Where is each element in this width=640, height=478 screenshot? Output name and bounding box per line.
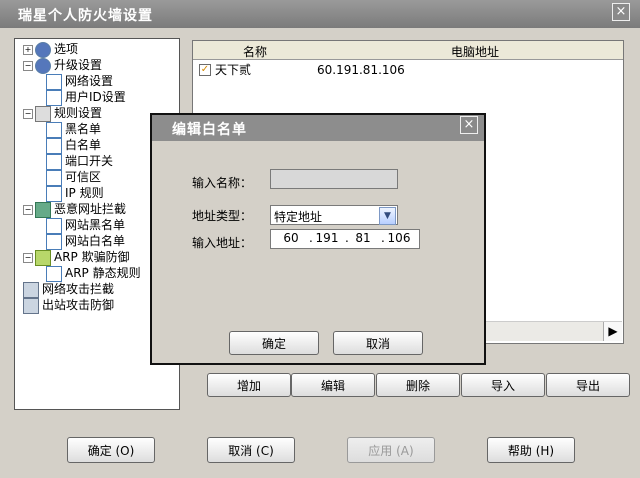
name-input[interactable] <box>270 169 398 189</box>
add-button[interactable]: 增加 <box>207 373 291 397</box>
tree-item[interactable]: 白名单 <box>46 137 102 154</box>
window-close-icon[interactable]: × <box>612 3 630 21</box>
tree-item-label: 网站黑名单 <box>65 218 126 232</box>
tree-item-label: 选项 <box>54 42 79 56</box>
cancel-button[interactable]: 取消 (C) <box>207 437 295 463</box>
tree-item[interactable]: 可信区 <box>46 169 102 186</box>
tree-item[interactable]: 黑名单 <box>46 121 102 138</box>
row-name: 天下贰 <box>215 63 252 77</box>
document-icon <box>46 89 62 106</box>
ip-octet-1[interactable]: 60 <box>277 231 305 245</box>
tree-item-label: 网络设置 <box>65 74 114 88</box>
tree-item-label: ARP 欺骗防御 <box>54 250 130 264</box>
tree-item[interactable]: − 恶意网址拦截 <box>23 201 127 218</box>
computer-icon <box>23 281 39 298</box>
tree-item-label: 升级设置 <box>54 58 103 72</box>
tree-item-label: 白名单 <box>65 138 102 152</box>
collapse-icon[interactable]: − <box>23 108 33 119</box>
help-button[interactable]: 帮助 (H) <box>487 437 575 463</box>
network-icon <box>35 201 51 218</box>
delete-button[interactable]: 删除 <box>376 373 460 397</box>
tree-item[interactable]: 出站攻击防御 <box>23 297 115 314</box>
horizontal-scrollbar[interactable]: ▶ <box>477 321 622 341</box>
tree-item[interactable]: + 选项 <box>23 41 79 58</box>
document-icon <box>46 137 62 154</box>
window-titlebar: 瑞星个人防火墙设置 × <box>0 0 640 28</box>
name-column-header: 名称 <box>243 45 268 59</box>
collapse-icon[interactable]: − <box>23 252 33 263</box>
tree-item-label: 恶意网址拦截 <box>54 202 127 216</box>
tree-item[interactable]: 网站黑名单 <box>46 217 126 234</box>
document-icon <box>46 169 62 186</box>
rule-icon <box>35 105 51 122</box>
table-row[interactable]: ✓ 天下贰 60.191.81.106 <box>193 61 623 79</box>
tree-item-label: 出站攻击防御 <box>42 298 115 312</box>
dialog-cancel-button[interactable]: 取消 <box>333 331 423 355</box>
ip-octet-3[interactable]: 81 <box>349 231 377 245</box>
row-address: 60.191.81.106 <box>317 63 405 77</box>
document-icon <box>46 217 62 234</box>
tree-item[interactable]: − 升级设置 <box>23 57 103 74</box>
tree-item-label: 黑名单 <box>65 122 102 136</box>
tree-item-label: 端口开关 <box>65 154 114 168</box>
edit-whitelist-dialog: 编辑白名单 × 输入名称： 地址类型： 特定地址 ▼ 输入地址： 60 . 19… <box>150 113 486 365</box>
tree-item-label: 网络攻击拦截 <box>42 282 115 296</box>
tree-item-label: 规则设置 <box>54 106 103 120</box>
ip-address-input[interactable]: 60 . 191 . 81 . 106 <box>270 229 420 249</box>
tree-item[interactable]: 网络攻击拦截 <box>23 281 115 298</box>
collapse-icon[interactable]: − <box>23 60 33 71</box>
tree-item[interactable]: − 规则设置 <box>23 105 103 122</box>
type-label: 地址类型： <box>192 209 253 223</box>
gear-icon <box>35 41 51 58</box>
tree-item[interactable]: 网络设置 <box>46 73 114 90</box>
tree-item-label: IP 规则 <box>65 186 104 200</box>
dialog-close-icon[interactable]: × <box>460 116 478 134</box>
dialog-title: 编辑白名单 <box>172 122 247 138</box>
document-icon <box>46 185 62 202</box>
document-icon <box>46 73 62 90</box>
ip-octet-4[interactable]: 106 <box>385 231 413 245</box>
dialog-ok-button[interactable]: 确定 <box>229 331 319 355</box>
address-label: 输入地址： <box>192 236 253 250</box>
chevron-down-icon[interactable]: ▼ <box>379 207 396 225</box>
import-button[interactable]: 导入 <box>461 373 545 397</box>
ok-button[interactable]: 确定 (O) <box>67 437 155 463</box>
edit-button[interactable]: 编辑 <box>291 373 375 397</box>
export-button[interactable]: 导出 <box>546 373 630 397</box>
name-label: 输入名称： <box>192 176 253 190</box>
tree-item-label: 网站白名单 <box>65 234 126 248</box>
window-title: 瑞星个人防火墙设置 <box>18 8 153 24</box>
document-icon <box>46 233 62 250</box>
document-icon <box>46 265 62 282</box>
tree-item-label: 可信区 <box>65 170 102 184</box>
address-type-select[interactable]: 特定地址 ▼ <box>270 205 398 225</box>
computer-icon <box>23 297 39 314</box>
tree-item[interactable]: IP 规则 <box>46 185 104 202</box>
expand-icon[interactable]: + <box>23 44 33 55</box>
collapse-icon[interactable]: − <box>23 204 33 215</box>
row-checkbox[interactable]: ✓ <box>199 64 211 76</box>
arp-icon <box>35 249 51 266</box>
scroll-right-icon[interactable]: ▶ <box>603 322 622 341</box>
dialog-titlebar: 编辑白名单 × <box>152 115 484 141</box>
tree-item-label: ARP 静态规则 <box>65 266 141 280</box>
tree-item[interactable]: 网站白名单 <box>46 233 126 250</box>
upgrade-icon <box>35 57 51 74</box>
address-type-value: 特定地址 <box>274 210 323 224</box>
apply-button: 应用 (A) <box>347 437 435 463</box>
ip-octet-2[interactable]: 191 <box>313 231 341 245</box>
tree-item[interactable]: 用户ID设置 <box>46 89 126 106</box>
table-header: 名称 电脑地址 <box>193 41 623 60</box>
document-icon <box>46 121 62 138</box>
document-icon <box>46 153 62 170</box>
tree-item-label: 用户ID设置 <box>65 90 126 104</box>
tree-item[interactable]: 端口开关 <box>46 153 114 170</box>
tree-item[interactable]: ARP 静态规则 <box>46 265 141 282</box>
address-column-header: 电脑地址 <box>451 45 500 59</box>
tree-item[interactable]: − ARP 欺骗防御 <box>23 249 130 266</box>
